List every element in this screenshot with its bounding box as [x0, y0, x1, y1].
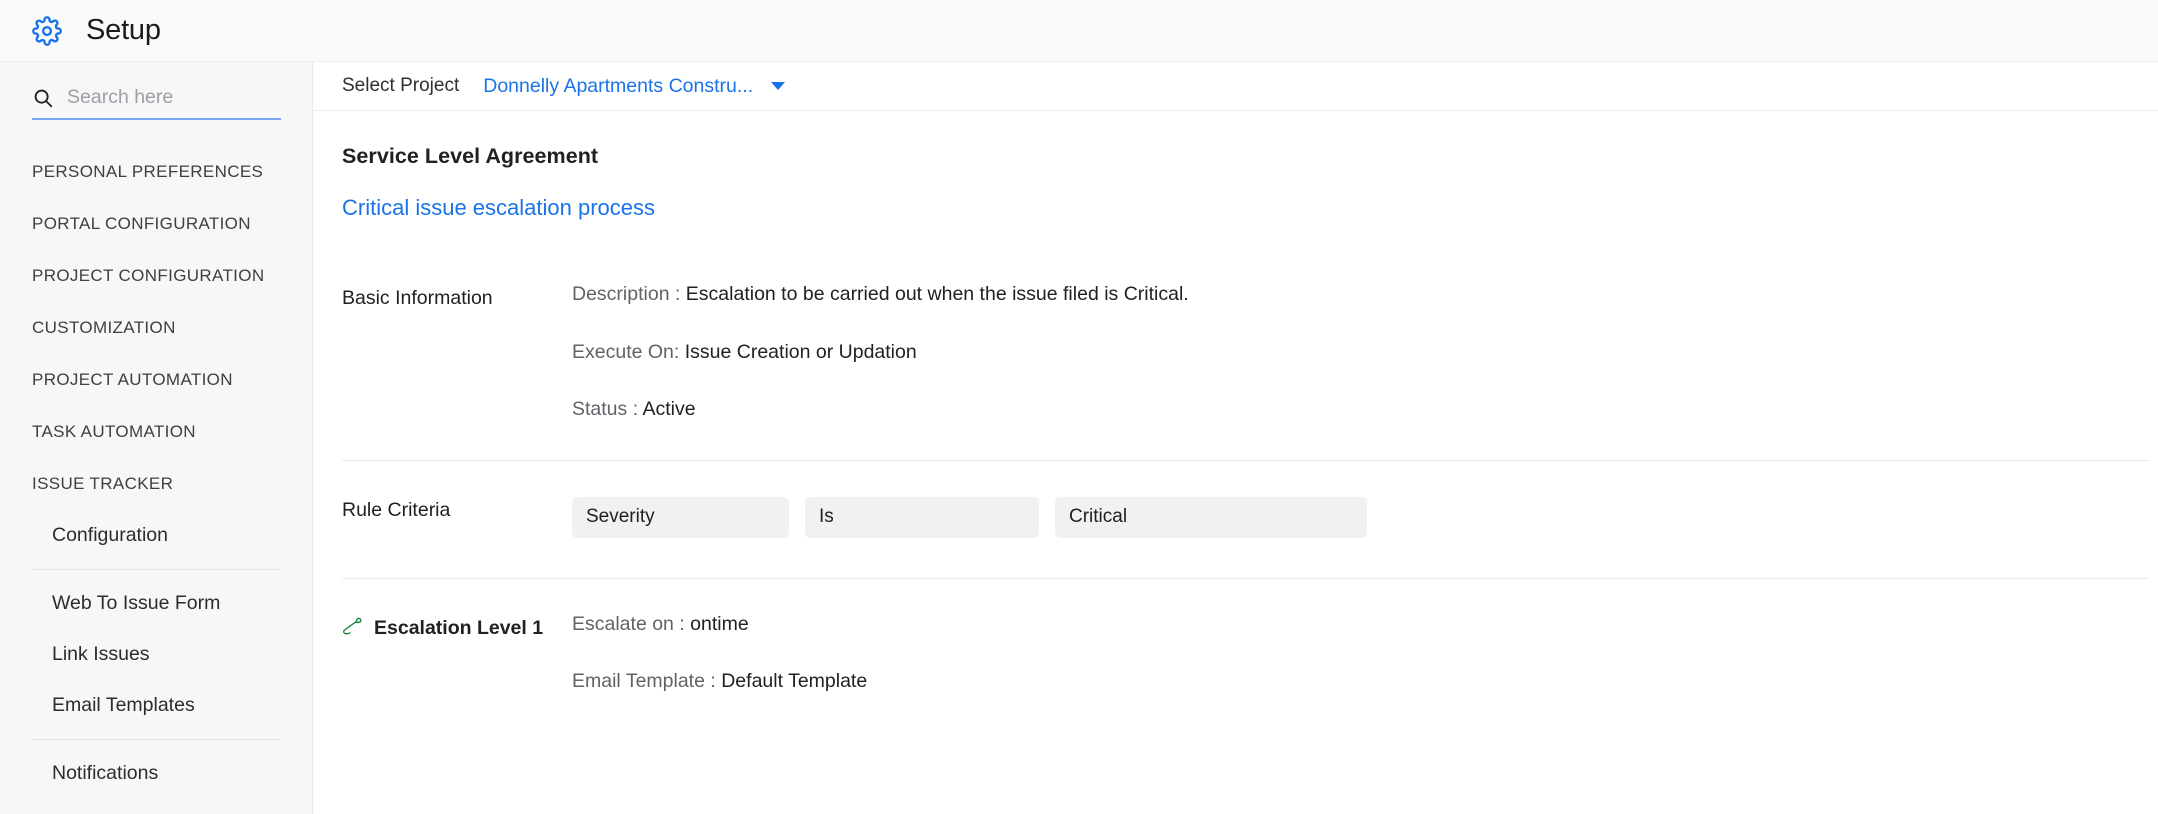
description-value: Escalation to be carried out when the is… — [685, 283, 1189, 305]
select-project-label: Select Project — [342, 75, 460, 96]
email-template-row: Email Template : Default Template — [572, 670, 2149, 692]
sla-content: Service Level Agreement Critical issue e… — [313, 144, 2158, 732]
sidebar-item-personal-preferences[interactable]: PERSONAL PREFERENCES — [0, 146, 312, 198]
sidebar-nav: PERSONAL PREFERENCES PORTAL CONFIGURATIO… — [0, 120, 312, 799]
escalation-level-1-section: Escalation Level 1 Escalate on : ontime … — [342, 579, 2149, 732]
email-template-label: Email Template : — [572, 670, 716, 692]
rule-criteria-body: Severity Is Critical — [572, 496, 2149, 538]
escalation-level-1-body: Escalate on : ontime Email Template : De… — [572, 612, 2149, 692]
escalator-icon — [342, 615, 363, 644]
basic-information-label: Basic Information — [342, 287, 493, 309]
sidebar-item-configuration[interactable]: Configuration — [0, 510, 312, 561]
escalation-level-1-label: Escalation Level 1 — [342, 615, 572, 692]
execute-on-value: Issue Creation or Updation — [684, 340, 917, 363]
gear-icon[interactable] — [30, 14, 64, 48]
criteria-row: Severity Is Critical — [572, 496, 2149, 538]
rule-criteria-label: Rule Criteria — [342, 498, 451, 521]
sidebar-item-task-automation[interactable]: TASK AUTOMATION — [0, 406, 312, 458]
sidebar-item-project-automation[interactable]: PROJECT AUTOMATION — [0, 354, 312, 406]
project-selector-bar: Select Project Donnelly Apartments Const… — [313, 62, 2158, 111]
description-row: Description : Escalation to be carried o… — [572, 283, 2149, 305]
sidebar-item-notifications[interactable]: Notifications — [0, 748, 312, 799]
sidebar-item-issue-tracker[interactable]: ISSUE TRACKER — [0, 458, 312, 510]
sidebar: PERSONAL PREFERENCES PORTAL CONFIGURATIO… — [0, 62, 313, 814]
project-dropdown[interactable]: Donnelly Apartments Constru... — [483, 74, 786, 98]
page-title: Setup — [86, 14, 161, 46]
sidebar-item-customization[interactable]: CUSTOMIZATION — [0, 302, 312, 354]
escalate-on-row: Escalate on : ontime — [572, 612, 2149, 635]
search-icon — [32, 87, 54, 109]
execute-on-row: Execute On: Issue Creation or Updation — [572, 340, 2149, 363]
basic-information-body: Description : Escalation to be carried o… — [572, 283, 2149, 420]
rule-name-link[interactable]: Critical issue escalation process — [342, 195, 655, 221]
search-input[interactable] — [67, 86, 272, 109]
escalation-level-1-text: Escalation Level 1 — [374, 616, 544, 639]
sidebar-divider — [32, 569, 280, 570]
sidebar-item-link-issues[interactable]: Link Issues — [0, 629, 312, 680]
description-label: Description : — [572, 283, 681, 305]
sidebar-item-project-configuration[interactable]: PROJECT CONFIGURATION — [0, 250, 312, 302]
search-field[interactable] — [32, 86, 281, 120]
app-header: Setup — [0, 0, 2158, 62]
basic-information-section: Basic Information Description : Escalati… — [342, 249, 2149, 461]
sidebar-item-email-templates[interactable]: Email Templates — [0, 680, 312, 731]
sidebar-divider — [32, 739, 280, 740]
sidebar-item-portal-configuration[interactable]: PORTAL CONFIGURATION — [0, 198, 312, 250]
status-row: Status : Active — [572, 398, 2149, 420]
project-dropdown-value: Donnelly Apartments Constru... — [483, 74, 754, 97]
sidebar-item-web-to-issue-form[interactable]: Web To Issue Form — [0, 578, 312, 629]
status-label: Status : — [572, 398, 639, 420]
execute-on-label: Execute On: — [572, 340, 680, 363]
app-shell: PERSONAL PREFERENCES PORTAL CONFIGURATIO… — [0, 62, 2158, 814]
escalate-on-value: ontime — [690, 612, 749, 635]
criteria-field[interactable]: Severity — [572, 496, 789, 538]
chevron-down-icon — [771, 82, 786, 90]
escalate-on-label: Escalate on : — [572, 612, 685, 635]
criteria-operator[interactable]: Is — [805, 496, 1039, 538]
rule-criteria-section: Rule Criteria Severity Is Critical — [342, 461, 2149, 579]
email-template-value: Default Template — [721, 670, 868, 692]
main-content: Select Project Donnelly Apartments Const… — [313, 62, 2158, 814]
status-value: Active — [642, 398, 696, 420]
criteria-value[interactable]: Critical — [1055, 496, 1367, 538]
sla-title: Service Level Agreement — [342, 144, 599, 168]
